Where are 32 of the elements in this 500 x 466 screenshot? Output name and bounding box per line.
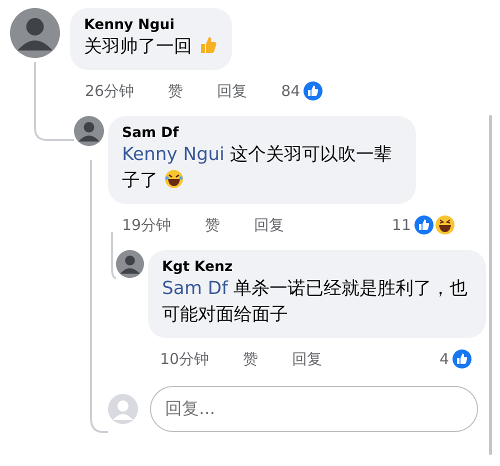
avatar[interactable] xyxy=(10,8,60,58)
mention-link[interactable]: Kenny Ngui xyxy=(122,144,224,165)
comment-author[interactable]: Kgt Kenz xyxy=(162,258,472,276)
like-reaction-icon xyxy=(452,349,472,369)
avatar[interactable] xyxy=(74,116,104,146)
comment-time[interactable]: 26分钟 xyxy=(85,82,134,100)
reply-input[interactable]: 回复... xyxy=(150,386,478,432)
mention-link[interactable]: Sam Df xyxy=(162,278,228,299)
laughing-face-icon xyxy=(164,169,184,189)
like-link[interactable]: 赞 xyxy=(243,350,258,368)
like-link[interactable]: 赞 xyxy=(168,82,184,100)
thread-line xyxy=(111,232,116,279)
reaction-count[interactable]: 84 xyxy=(281,82,300,100)
like-link[interactable]: 赞 xyxy=(205,216,220,234)
avatar xyxy=(108,394,138,424)
like-reaction-icon xyxy=(414,215,434,235)
reaction-count[interactable]: 4 xyxy=(439,350,449,368)
comment-author[interactable]: Kenny Ngui xyxy=(84,16,218,34)
laughing-reaction-icon xyxy=(435,215,455,235)
scrollbar[interactable] xyxy=(489,115,492,455)
comment-time[interactable]: 19分钟 xyxy=(122,216,172,234)
comment-text: 关羽帅了一回 xyxy=(84,34,218,60)
like-reaction-icon xyxy=(303,81,324,101)
comment-author[interactable]: Sam Df xyxy=(122,124,402,142)
comment-text: Kenny Ngui 这个关羽可以吹一辈子了 xyxy=(122,143,394,193)
reply-link[interactable]: 回复 xyxy=(254,216,284,234)
reply-link[interactable]: 回复 xyxy=(292,350,322,368)
reply-link[interactable]: 回复 xyxy=(217,82,248,100)
comment-text: Sam Df 单杀一诺已经就是胜利了，也可能对面给面子 xyxy=(162,277,469,327)
reaction-count[interactable]: 11 xyxy=(392,216,411,234)
avatar[interactable] xyxy=(116,250,144,278)
comment-time[interactable]: 10分钟 xyxy=(160,350,210,368)
